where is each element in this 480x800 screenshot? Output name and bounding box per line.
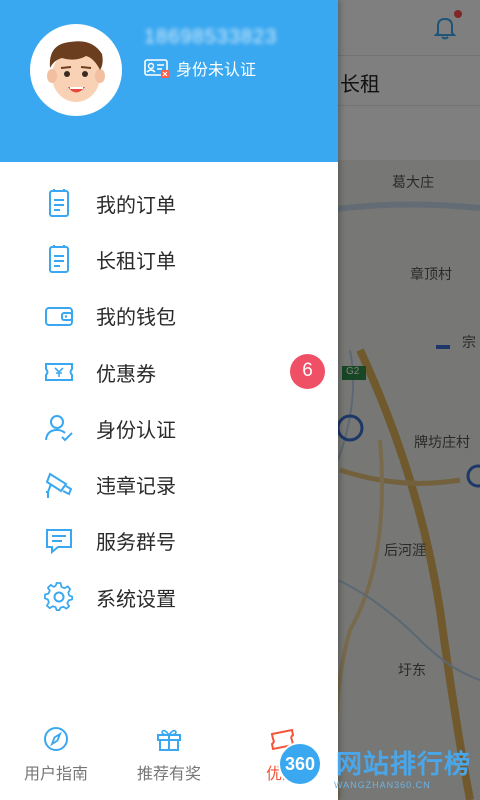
watermark-subtext: WANGZHAN360.CN [334,780,431,790]
menu-item-label: 身份认证 [96,419,176,442]
long-rent-order-icon [49,245,69,274]
verify-status[interactable]: 身份未认证 [144,56,256,80]
drawer-menu: 我的订单 长租订单 我的钱包 优惠券 6 身份认证 违章记录 服务群号 系统设置 [0,175,338,625]
coupon-icon [45,363,73,382]
avatar[interactable] [30,24,122,116]
menu-item-label: 违章记录 [96,476,176,499]
watermark-logo: 360 [278,742,322,786]
bottom-item-label: 用户指南 [23,766,88,783]
verify-status-label: 身份未认证 [176,62,257,79]
watermark: 360 网站排行榜 WANGZHAN360.CN [278,740,480,800]
menu-item-label: 我的订单 [96,194,176,217]
id-card-icon [144,59,169,78]
cartoon-face-icon [47,41,105,102]
watermark-text: 网站排行榜 [336,749,472,779]
order-list-icon [49,189,69,218]
menu-item-label: 长租订单 [96,250,176,273]
bottom-item-referral[interactable]: 推荐有奖 [119,726,219,784]
wallet-icon [45,306,73,326]
menu-item-label: 系统设置 [96,588,176,611]
chat-group-icon [46,528,72,555]
menu-item-label: 优惠券 [96,363,156,386]
menu-item-violations[interactable]: 违章记录 [0,456,338,512]
menu-item-my-orders[interactable]: 我的订单 [0,175,338,231]
menu-item-long-rent-orders[interactable]: 长租订单 [0,231,338,287]
user-phone: 18698533823 [144,26,278,48]
menu-item-identity[interactable]: 身份认证 [0,400,338,456]
camera-violation-icon [45,472,73,498]
bottom-item-label: 推荐有奖 [136,766,201,783]
menu-item-settings[interactable]: 系统设置 [0,569,338,625]
drawer-header: 18698533823 身份未认证 [0,0,338,162]
gift-icon [157,729,181,751]
compass-icon [44,727,68,751]
menu-item-coupons[interactable]: 优惠券 6 [0,344,338,400]
side-drawer: 18698533823 身份未认证 我的订单 长租订单 我的钱包 优惠券 6 身… [0,0,338,800]
menu-item-label: 服务群号 [96,532,176,555]
menu-item-label: 我的钱包 [96,307,176,330]
menu-item-service-group[interactable]: 服务群号 [0,513,338,569]
gear-icon [44,582,74,612]
bottom-item-user-guide[interactable]: 用户指南 [6,726,106,784]
menu-item-wallet[interactable]: 我的钱包 [0,288,338,344]
coupon-count-badge: 6 [290,353,325,389]
user-verify-icon [45,415,73,442]
